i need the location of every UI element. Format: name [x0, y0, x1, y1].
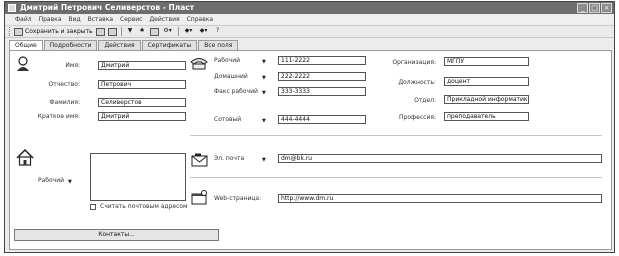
- maximize-button[interactable]: □: [589, 3, 600, 13]
- first-name-field[interactable]: Дмитрий: [98, 61, 186, 70]
- menu-tools[interactable]: Сервис: [120, 16, 142, 23]
- menu-bar: Файл Правка Вид Вставка Сервис Действия …: [5, 14, 614, 24]
- profession-field[interactable]: преподаватель: [444, 112, 529, 121]
- find-icon[interactable]: ♠: [138, 27, 147, 36]
- position-field[interactable]: доцент: [444, 77, 529, 86]
- last-name-field[interactable]: Селиверстов: [98, 98, 186, 107]
- web-page-icon: [191, 190, 207, 205]
- email-field[interactable]: dm@bk.ru: [278, 154, 602, 163]
- tab-strip: Общие Подробности Действия Сертификаты В…: [9, 40, 239, 51]
- profession-label: Профессия:: [399, 114, 436, 121]
- address-card-icon[interactable]: [149, 27, 159, 36]
- organization-label: Организация:: [392, 59, 436, 66]
- print-icon[interactable]: [107, 27, 117, 36]
- house-icon: [16, 149, 34, 166]
- minimize-button[interactable]: _: [577, 3, 588, 13]
- department-field[interactable]: Прикладной информатики: [444, 95, 529, 104]
- toolbar: Сохранить и закрыть ▼ ♠ ⚙▾ ◆▾ ◆▾ ?: [5, 25, 614, 38]
- general-panel: Имя: Дмитрий Отчество: Петрович Фамилия:…: [9, 50, 612, 250]
- divider: [190, 177, 602, 178]
- first-name-label: Имя:: [65, 62, 80, 69]
- phone-icon: [190, 58, 208, 70]
- home-phone-label: Домашний: [214, 73, 248, 80]
- options-icon[interactable]: ⚙▾: [162, 27, 174, 36]
- toolbar-separator: [177, 27, 179, 36]
- department-label: Отдел:: [414, 97, 436, 104]
- mobile-phone-label: Сотовый: [214, 116, 242, 123]
- last-name-label: Фамилия:: [49, 99, 80, 106]
- mailing-address-checkbox[interactable]: [90, 204, 96, 210]
- address-type-label: Рабочий: [38, 177, 65, 184]
- fax-field[interactable]: 333-3333: [278, 87, 366, 96]
- home-phone-dropdown-icon[interactable]: ▼: [262, 75, 269, 81]
- person-icon: [17, 56, 29, 71]
- web-page-field[interactable]: http://www.dm.ru: [278, 194, 602, 203]
- title-bar[interactable]: Дмитрий Петрович Селиверстов - Пласт _ □…: [5, 2, 614, 14]
- help-icon[interactable]: ?: [213, 27, 223, 36]
- contact-window: Дмитрий Петрович Селиверстов - Пласт _ □…: [4, 1, 615, 253]
- mailing-address-label: Считать почтовым адресом: [100, 203, 188, 210]
- middle-name-field[interactable]: Петрович: [98, 80, 186, 89]
- work-phone-dropdown-icon[interactable]: ▼: [262, 59, 269, 65]
- tab-details[interactable]: Подробности: [43, 40, 98, 50]
- tab-all-fields[interactable]: Все поля: [198, 40, 239, 50]
- fax-label: Факс рабочий: [214, 88, 258, 95]
- menu-help[interactable]: Справка: [187, 16, 213, 23]
- floppy-disk-icon: [14, 27, 23, 36]
- contacts-button[interactable]: Контакты...: [14, 229, 219, 241]
- save-and-close-button[interactable]: Сохранить и закрыть: [14, 27, 93, 36]
- menu-file[interactable]: Файл: [15, 16, 32, 23]
- previous-item-icon[interactable]: ◆▾: [183, 27, 195, 36]
- web-page-label: Web-страница:: [214, 195, 262, 202]
- fax-dropdown-icon[interactable]: ▼: [262, 90, 269, 96]
- email-label: Эл. почта: [214, 155, 245, 162]
- save-and-close-label: Сохранить и закрыть: [25, 28, 93, 35]
- mobile-phone-field[interactable]: 444-4444: [278, 115, 366, 124]
- address-dropdown-icon[interactable]: ▼: [68, 179, 75, 185]
- home-phone-field[interactable]: 222-2222: [278, 72, 366, 81]
- email-icon: [191, 153, 208, 167]
- short-name-field[interactable]: Дмитрий: [98, 112, 186, 121]
- contact-card-icon: [8, 4, 16, 12]
- short-name-label: Краткое имя:: [37, 113, 80, 120]
- menu-actions[interactable]: Действия: [149, 16, 179, 23]
- mobile-phone-dropdown-icon[interactable]: ▼: [262, 118, 269, 124]
- flag-icon[interactable]: ▼: [126, 27, 135, 36]
- window-title: Дмитрий Петрович Селиверстов - Пласт: [20, 3, 195, 12]
- menu-view[interactable]: Вид: [68, 16, 80, 23]
- tab-activities[interactable]: Действия: [98, 40, 141, 50]
- toolbar-separator: [120, 27, 122, 36]
- position-label: Должность:: [398, 79, 436, 86]
- menu-edit[interactable]: Правка: [39, 16, 62, 23]
- divider: [190, 135, 602, 136]
- save-icon[interactable]: [95, 27, 105, 36]
- work-phone-field[interactable]: 111-2222: [278, 56, 366, 65]
- next-item-icon[interactable]: ◆▾: [198, 27, 210, 36]
- address-textarea[interactable]: [90, 153, 186, 201]
- toolbar-grip[interactable]: [9, 27, 11, 36]
- tab-certificates[interactable]: Сертификаты: [141, 40, 198, 50]
- email-dropdown-icon[interactable]: ▼: [262, 157, 269, 163]
- close-button[interactable]: ×: [601, 3, 612, 13]
- middle-name-label: Отчество:: [48, 81, 80, 88]
- organization-field[interactable]: МГПУ: [444, 57, 529, 66]
- work-phone-label: Рабочий: [214, 57, 241, 64]
- menu-insert[interactable]: Вставка: [88, 16, 113, 23]
